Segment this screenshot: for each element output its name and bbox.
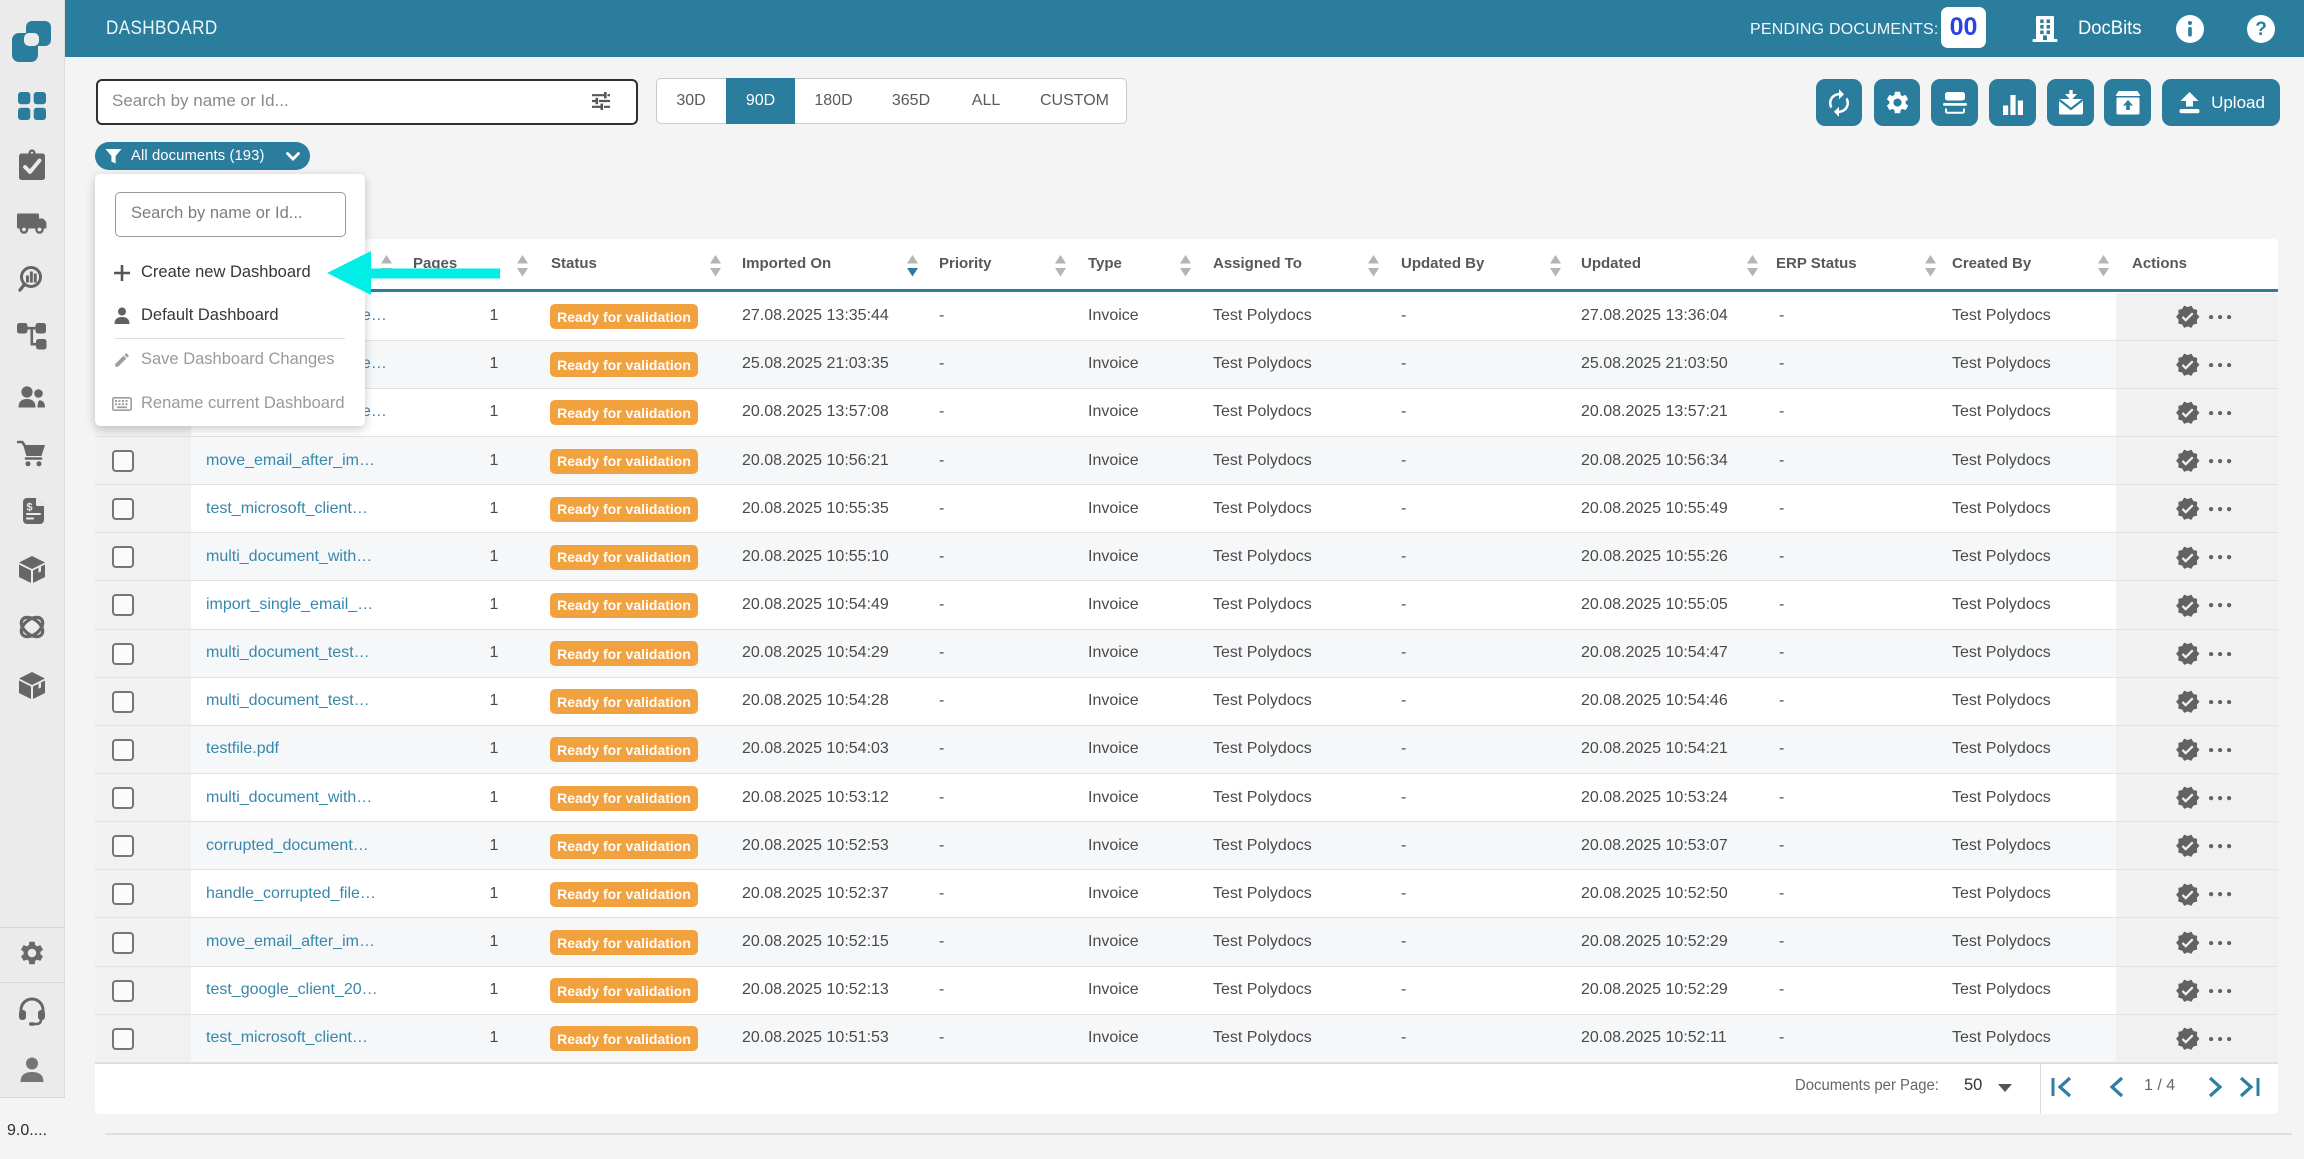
svg-text:?: ? [2255, 19, 2267, 40]
svg-text:$: $ [26, 502, 32, 514]
